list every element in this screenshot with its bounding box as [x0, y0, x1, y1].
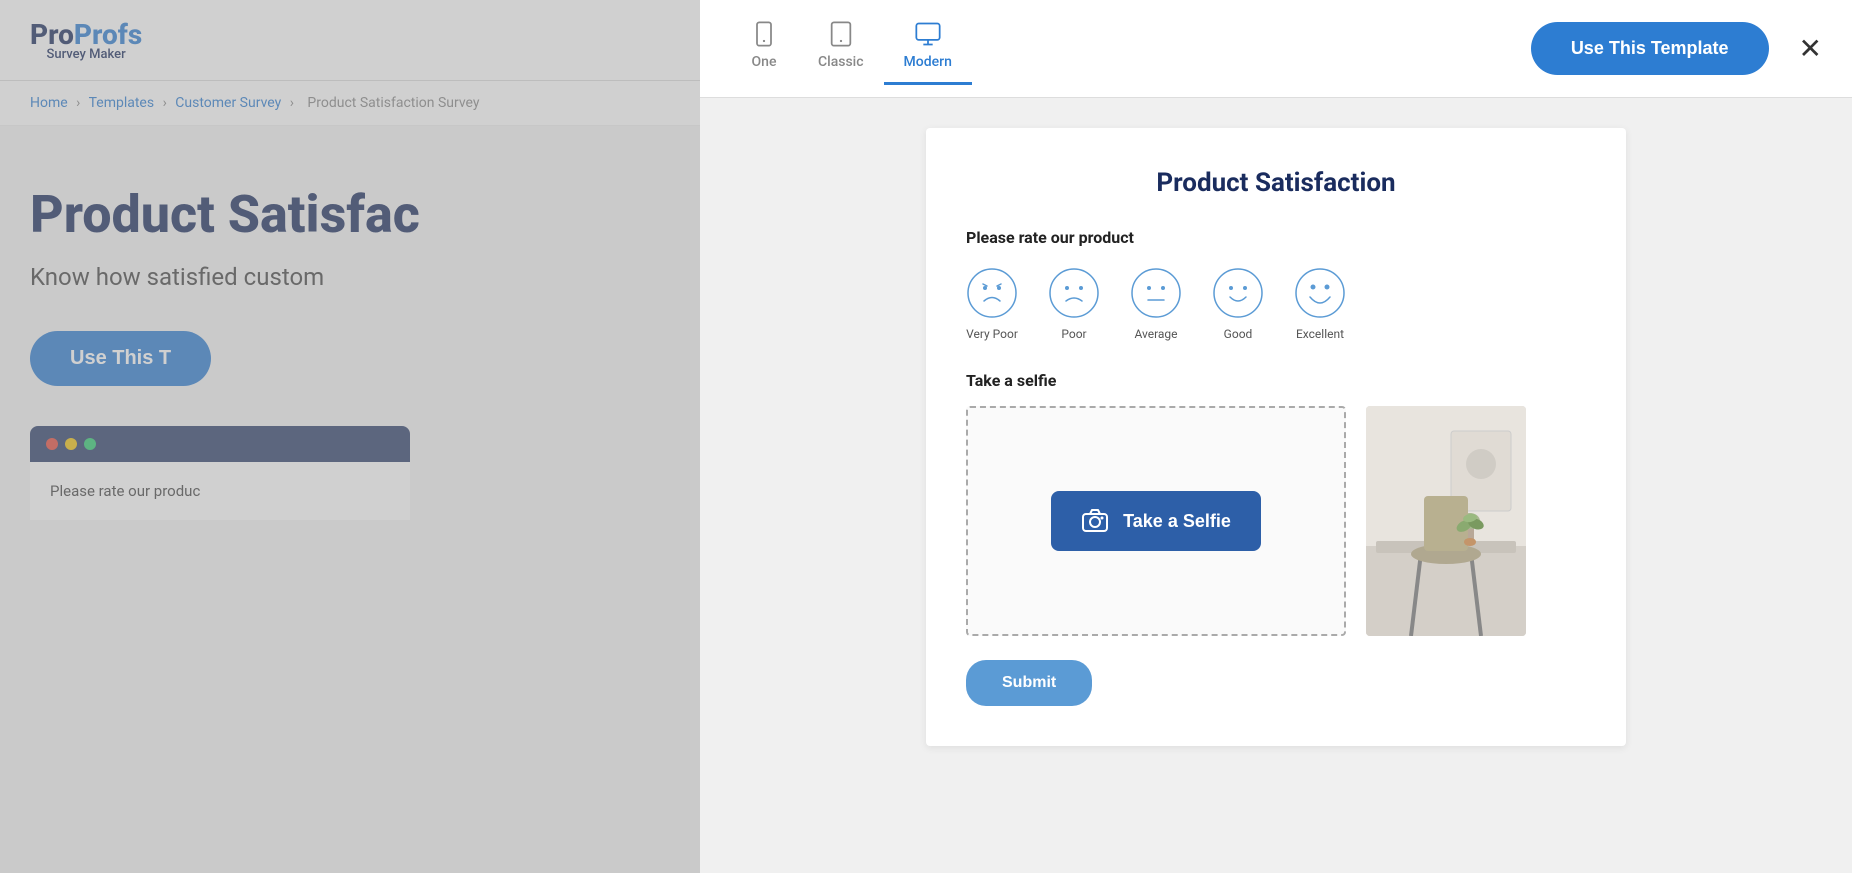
tab-modern-label: Modern	[904, 54, 952, 70]
take-selfie-button[interactable]: Take a Selfie	[1051, 491, 1261, 551]
camera-icon	[1081, 507, 1109, 535]
question1-label: Please rate our product	[966, 228, 1586, 247]
question2-label: Take a selfie	[966, 371, 1586, 390]
submit-button[interactable]: Submit	[966, 660, 1092, 706]
survey-title: Product Satisfaction	[966, 168, 1586, 198]
poor-label: Poor	[1061, 327, 1086, 341]
tab-modern[interactable]: Modern	[884, 12, 972, 85]
rating-poor[interactable]: Poor	[1048, 267, 1100, 341]
tab-one-label: One	[752, 54, 777, 70]
good-icon	[1212, 267, 1264, 319]
very-poor-label: Very Poor	[966, 327, 1018, 341]
room-illustration	[1366, 406, 1526, 636]
rating-excellent[interactable]: Excellent	[1294, 267, 1346, 341]
rating-very-poor[interactable]: Very Poor	[966, 267, 1018, 341]
background-page: ProProfs Survey Maker Home › Templates ›…	[0, 0, 700, 873]
tablet-icon	[827, 20, 855, 48]
modal-panel: One Classic Modern Use This	[700, 0, 1852, 873]
selfie-dropzone[interactable]: Take a Selfie	[966, 406, 1346, 636]
device-tabs: One Classic Modern	[730, 12, 972, 85]
tab-one[interactable]: One	[730, 12, 798, 85]
take-selfie-label: Take a Selfie	[1123, 511, 1231, 532]
desktop-icon	[914, 20, 942, 48]
tab-classic[interactable]: Classic	[798, 12, 884, 85]
mobile-icon	[750, 20, 778, 48]
bg-overlay	[0, 0, 700, 873]
header-right: Use This Template ✕	[1531, 22, 1822, 75]
room-svg	[1366, 406, 1526, 636]
rating-row: Very Poor Poor	[966, 267, 1586, 341]
excellent-icon	[1294, 267, 1346, 319]
close-button[interactable]: ✕	[1799, 35, 1822, 63]
modal-header: One Classic Modern Use This	[700, 0, 1852, 98]
use-template-button[interactable]: Use This Template	[1531, 22, 1769, 75]
excellent-label: Excellent	[1296, 327, 1344, 341]
tab-classic-label: Classic	[818, 54, 864, 70]
good-label: Good	[1224, 327, 1253, 341]
room-photo	[1366, 406, 1526, 636]
rating-average[interactable]: Average	[1130, 267, 1182, 341]
poor-icon	[1048, 267, 1100, 319]
average-label: Average	[1134, 327, 1177, 341]
very-poor-icon	[966, 267, 1018, 319]
selfie-area: Take a Selfie	[966, 406, 1586, 636]
average-icon	[1130, 267, 1182, 319]
rating-good[interactable]: Good	[1212, 267, 1264, 341]
modal-body: Product Satisfaction Please rate our pro…	[700, 98, 1852, 873]
survey-card: Product Satisfaction Please rate our pro…	[926, 128, 1626, 746]
preview-area: Product Satisfaction Please rate our pro…	[700, 98, 1852, 873]
